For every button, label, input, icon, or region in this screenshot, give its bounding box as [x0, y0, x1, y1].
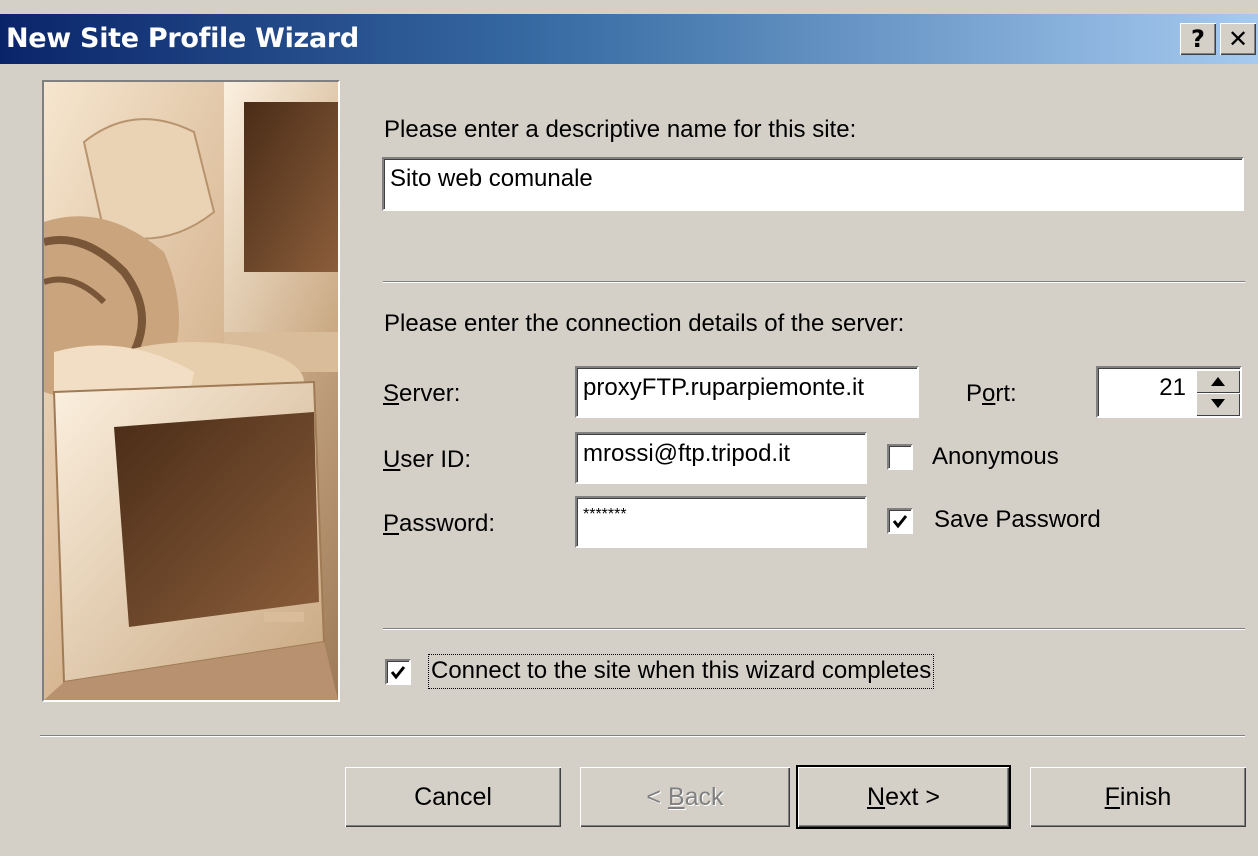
- divider: [383, 281, 1245, 283]
- wizard-dialog: New Site Profile Wizard ? ✕ Please enter…: [0, 0, 1258, 856]
- port-label: Port:: [966, 380, 1017, 407]
- user-id-input[interactable]: mrossi@ftp.tripod.it: [575, 432, 867, 484]
- arrow-up-icon: [1211, 377, 1225, 386]
- server-label: Server:: [383, 380, 461, 407]
- back-button[interactable]: < Back: [580, 767, 790, 827]
- anonymous-checkbox[interactable]: [887, 444, 913, 470]
- password-label: Password:: [383, 510, 496, 537]
- close-button[interactable]: ✕: [1220, 23, 1256, 55]
- port-spinner[interactable]: [1196, 370, 1240, 416]
- divider: [383, 628, 1245, 630]
- finish-button[interactable]: Finish: [1030, 767, 1246, 827]
- password-input[interactable]: *******: [575, 496, 867, 548]
- window-title: New Site Profile Wizard: [6, 23, 359, 54]
- checkmark-icon: [892, 515, 908, 529]
- connection-prompt: Please enter the connection details of t…: [384, 310, 905, 337]
- site-name-prompt: Please enter a descriptive name for this…: [384, 116, 857, 143]
- close-icon: ✕: [1227, 25, 1249, 53]
- help-button[interactable]: ?: [1180, 23, 1216, 55]
- port-down-button[interactable]: [1196, 393, 1240, 416]
- anonymous-label[interactable]: Anonymous: [932, 443, 1059, 471]
- checkmark-icon: [390, 666, 406, 680]
- connect-on-complete-label[interactable]: Connect to the site when this wizard com…: [428, 654, 935, 689]
- arrow-down-icon: [1211, 399, 1225, 408]
- connect-on-complete-checkbox[interactable]: [385, 659, 411, 685]
- title-bar[interactable]: New Site Profile Wizard ? ✕: [0, 14, 1258, 64]
- port-up-button[interactable]: [1196, 370, 1240, 393]
- server-input[interactable]: proxyFTP.ruparpiemonte.it: [575, 366, 919, 418]
- wizard-image: [42, 80, 340, 702]
- save-password-label[interactable]: Save Password: [934, 506, 1101, 534]
- computer-monitors-illustration: [44, 82, 338, 700]
- help-icon: ?: [1191, 25, 1205, 53]
- save-password-checkbox[interactable]: [887, 508, 913, 534]
- next-button[interactable]: Next >: [798, 767, 1009, 827]
- site-name-input[interactable]: Sito web comunale: [382, 157, 1244, 211]
- user-id-label: User ID:: [383, 446, 472, 473]
- divider: [40, 735, 1245, 737]
- cancel-button[interactable]: Cancel: [345, 767, 561, 827]
